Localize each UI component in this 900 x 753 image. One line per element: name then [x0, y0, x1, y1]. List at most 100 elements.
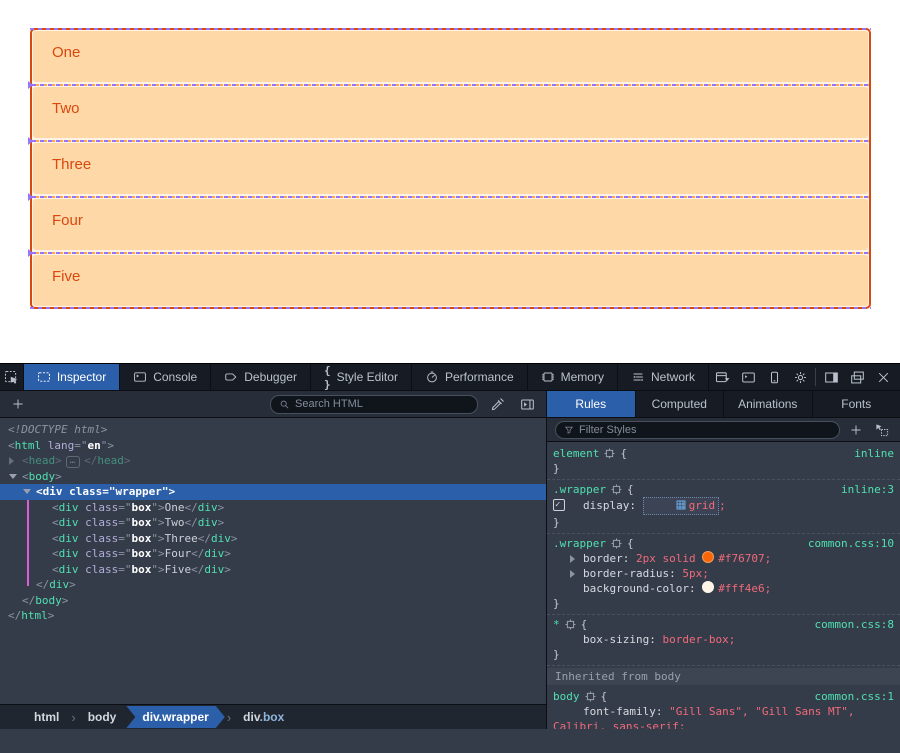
selector-highlighter-icon[interactable] — [565, 619, 576, 630]
css-declaration[interactable]: border-radius: 5px; — [547, 566, 900, 581]
filter-styles-input[interactable]: Filter Styles — [555, 421, 840, 439]
selector-highlighter-icon[interactable] — [611, 484, 622, 495]
markup-line[interactable]: </div> — [0, 577, 546, 593]
shorthand-expander-icon[interactable] — [570, 555, 575, 563]
tab-network[interactable]: Network — [618, 364, 709, 390]
close-icon[interactable] — [870, 364, 896, 390]
sidebar-tab-fonts[interactable]: Fonts — [813, 391, 900, 417]
tab-console[interactable]: Console — [120, 364, 211, 390]
markup-line[interactable]: <!DOCTYPE html> — [0, 422, 546, 438]
markup-line[interactable]: <div class="box">One</div> — [0, 500, 546, 516]
tab-performance[interactable]: Performance — [412, 364, 528, 390]
rule-source-link[interactable]: common.css:1 — [815, 689, 894, 704]
breadcrumb-item-html[interactable]: html — [24, 707, 69, 727]
devtools-tab-strip: Inspector ConsoleDebugger{ }Style EditorP… — [24, 364, 709, 390]
markup-line[interactable]: <div class="wrapper"> — [0, 484, 546, 500]
split-console-icon[interactable] — [735, 364, 761, 390]
network-icon — [631, 370, 645, 384]
grid-overlay-row-line — [32, 250, 869, 255]
add-node-icon[interactable] — [8, 394, 28, 414]
markup-line[interactable]: <body> — [0, 469, 546, 485]
breadcrumb: html bodydiv.wrapper div.box — [0, 704, 546, 729]
markup-line[interactable]: <html lang="en"> — [0, 438, 546, 454]
color-swatch[interactable] — [702, 551, 714, 563]
rule-selector[interactable]: .wrapper — [553, 482, 606, 497]
selector-highlighter-icon[interactable] — [604, 448, 615, 459]
sidebar-tab-computed[interactable]: Computed — [636, 391, 725, 417]
markup-line[interactable]: <div class="box">Three</div> — [0, 531, 546, 547]
rule-selector[interactable]: body — [553, 689, 580, 704]
markup-token: </ — [185, 501, 198, 514]
responsive-design-icon[interactable] — [761, 364, 787, 390]
markup-token: "> — [151, 547, 164, 560]
collapse-arrow-icon[interactable] — [23, 489, 31, 494]
breadcrumb-item-div.box[interactable]: div.box — [233, 707, 294, 727]
rule-source-link[interactable]: inline:3 — [841, 482, 894, 497]
markup-token: "> — [151, 532, 164, 545]
tab-memory[interactable]: Memory — [528, 364, 618, 390]
markup-line[interactable]: </body> — [0, 593, 546, 609]
property-value: #fff4e6 — [718, 582, 764, 595]
rule-selector[interactable]: element — [553, 446, 599, 461]
css-declaration[interactable]: border: 2px solid #f76707; — [547, 551, 900, 566]
grid-wrapper: OneTwoThreeFourFive — [30, 28, 871, 309]
semicolon: ; — [729, 633, 736, 646]
grid-highlighter-toggle[interactable]: grid — [643, 497, 720, 515]
eyedropper-icon[interactable] — [486, 394, 508, 414]
selector-highlighter-icon[interactable] — [611, 538, 622, 549]
markup-token: < — [52, 547, 59, 560]
markup-token: One — [165, 501, 185, 514]
search-html-input[interactable]: Search HTML — [270, 395, 478, 414]
add-rule-icon[interactable] — [846, 420, 866, 440]
markup-token: Four — [165, 547, 192, 560]
breadcrumb-item-div.wrapper[interactable]: div.wrapper — [126, 706, 224, 728]
markup-token: div — [59, 516, 79, 529]
three-pane-toggle-icon[interactable] — [516, 394, 538, 414]
tab-label: Inspector — [57, 370, 106, 384]
grid-box-label: Five — [33, 255, 868, 285]
markup-token: </ — [191, 547, 204, 560]
markup-token: Three — [165, 532, 198, 545]
rule-selector[interactable]: * — [553, 617, 560, 632]
css-declaration[interactable]: box-sizing: border-box; — [547, 632, 900, 647]
tab-inspector[interactable]: Inspector — [24, 364, 120, 390]
css-declaration[interactable]: display: grid; — [547, 497, 900, 515]
css-declaration[interactable]: background-color: #fff4e6; — [547, 581, 900, 596]
selector-highlighter-icon[interactable] — [585, 691, 596, 702]
pseudo-class-icon[interactable] — [872, 420, 892, 440]
filter-placeholder: Filter Styles — [579, 424, 636, 436]
collapse-arrow-icon[interactable] — [9, 474, 17, 479]
markup-line[interactable]: <head>…</head> — [0, 453, 546, 469]
breadcrumb-item-body[interactable]: body — [78, 707, 127, 727]
markup-token: < — [8, 439, 15, 452]
semicolon: ; — [719, 499, 726, 512]
sidebar-tab-animations[interactable]: Animations — [724, 391, 813, 417]
close-brace: } — [547, 515, 900, 530]
rule-source-link[interactable]: common.css:8 — [815, 617, 894, 632]
markup-view: <!DOCTYPE html><html lang="en"><head>…</… — [0, 418, 546, 704]
markup-line[interactable]: </html> — [0, 608, 546, 624]
semicolon: ; — [702, 567, 709, 580]
sidebar-tab-rules[interactable]: Rules — [547, 391, 636, 417]
settings-icon[interactable] — [787, 364, 813, 390]
markup-token: head — [29, 454, 56, 467]
separate-window-icon[interactable] — [844, 364, 870, 390]
color-swatch[interactable] — [702, 581, 714, 593]
node-picker-icon[interactable] — [0, 364, 24, 390]
colon: : — [689, 582, 702, 595]
markup-line[interactable]: <div class="box">Five</div> — [0, 562, 546, 578]
dock-side-icon[interactable] — [818, 364, 844, 390]
shorthand-expander-icon[interactable] — [570, 570, 575, 578]
tab-style-editor[interactable]: { }Style Editor — [311, 364, 412, 390]
rule-selector[interactable]: .wrapper — [553, 536, 606, 551]
markup-line[interactable]: <div class="box">Two</div> — [0, 515, 546, 531]
rule-source-link[interactable]: common.css:10 — [808, 536, 894, 551]
markup-token: class — [85, 501, 118, 514]
tab-debugger[interactable]: Debugger — [211, 364, 311, 390]
iframe-select-icon[interactable] — [709, 364, 735, 390]
expand-arrow-icon[interactable] — [9, 457, 14, 465]
css-declaration[interactable]: font-family: "Gill Sans", "Gill Sans MT"… — [547, 704, 900, 729]
rule-source-link[interactable]: inline — [854, 446, 894, 461]
markup-line[interactable]: <div class="box">Four</div> — [0, 546, 546, 562]
declaration-checkbox[interactable] — [553, 499, 565, 511]
